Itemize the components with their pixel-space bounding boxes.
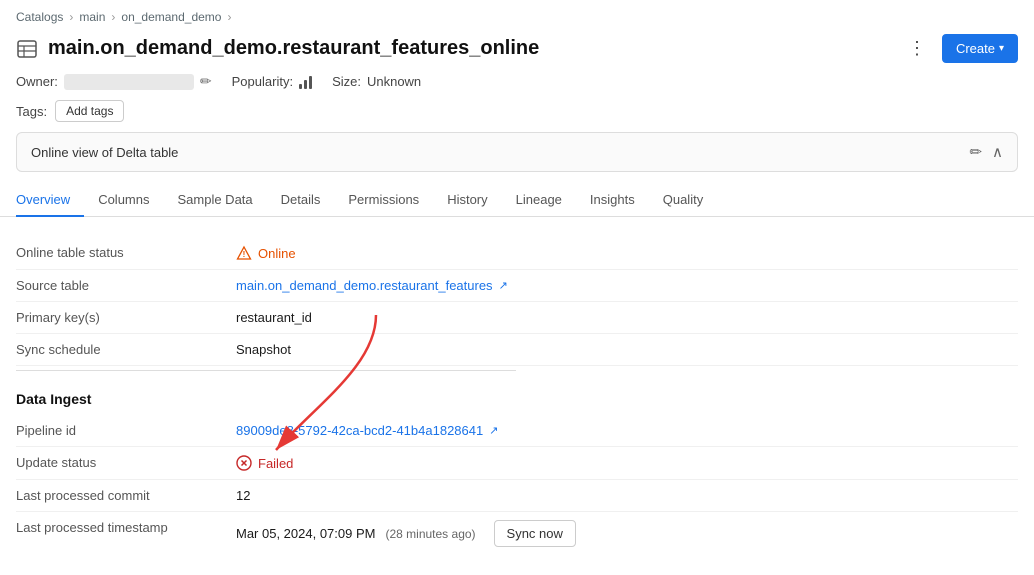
info-box-text: Online view of Delta table: [31, 145, 178, 160]
tab-insights[interactable]: Insights: [576, 184, 649, 217]
tags-label: Tags:: [16, 104, 47, 119]
page-title: main.on_demand_demo.restaurant_features_…: [48, 37, 539, 60]
owner-value: [64, 74, 194, 90]
sync-schedule-value: Snapshot: [236, 342, 1018, 357]
last-timestamp-label: Last processed timestamp: [16, 520, 236, 535]
last-timestamp-value: Mar 05, 2024, 07:09 PM (28 minutes ago) …: [236, 520, 1018, 547]
popularity-bars: [299, 75, 312, 89]
source-label: Source table: [16, 278, 236, 293]
source-table-link[interactable]: main.on_demand_demo.restaurant_features: [236, 278, 493, 293]
page-header: main.on_demand_demo.restaurant_features_…: [0, 30, 1034, 71]
tags-row: Tags: Add tags: [0, 98, 1034, 132]
tab-sample-data[interactable]: Sample Data: [163, 184, 266, 217]
detail-row-last-timestamp: Last processed timestamp Mar 05, 2024, 0…: [16, 512, 1018, 555]
primary-key-label: Primary key(s): [16, 310, 236, 325]
pipeline-label: Pipeline id: [16, 423, 236, 438]
create-chevron-icon: ▾: [999, 43, 1004, 54]
size-label: Size:: [332, 74, 361, 89]
timestamp-note: (28 minutes ago): [385, 527, 475, 541]
detail-row-pipeline: Pipeline id 89009de8-5792-42ca-bcd2-41b4…: [16, 415, 1018, 447]
owner-label: Owner:: [16, 74, 58, 89]
info-collapse-icon[interactable]: ∧: [992, 143, 1003, 161]
tab-details[interactable]: Details: [267, 184, 335, 217]
status-value: ! Online: [236, 245, 1018, 261]
size-value: Unknown: [367, 74, 421, 89]
tab-columns[interactable]: Columns: [84, 184, 163, 217]
tab-permissions[interactable]: Permissions: [334, 184, 433, 217]
last-commit-value: 12: [236, 488, 1018, 503]
pipeline-external-icon: ↗: [489, 424, 498, 437]
status-label: Online table status: [16, 245, 236, 260]
add-tags-button[interactable]: Add tags: [55, 100, 124, 122]
create-button[interactable]: Create ▾: [942, 34, 1018, 63]
warning-icon: !: [236, 245, 252, 261]
update-status-value: Failed: [236, 455, 1018, 471]
detail-row-primary-key: Primary key(s) restaurant_id: [16, 302, 1018, 334]
detail-row-sync-schedule: Sync schedule Snapshot: [16, 334, 1018, 366]
detail-row-status: Online table status ! Online: [16, 237, 1018, 270]
update-status-label: Update status: [16, 455, 236, 470]
info-edit-icon[interactable]: ✏: [969, 143, 982, 161]
failed-icon: [236, 455, 252, 471]
data-ingest-header: Data Ingest: [16, 375, 1018, 415]
breadcrumb-main[interactable]: main: [79, 10, 105, 24]
detail-row-update-status: Update status Failed: [16, 447, 1018, 480]
last-commit-label: Last processed commit: [16, 488, 236, 503]
section-separator: [16, 370, 516, 371]
more-options-button[interactable]: ⋮: [900, 34, 934, 63]
info-box: Online view of Delta table ✏ ∧: [16, 132, 1018, 172]
external-link-icon: ↗: [499, 279, 508, 292]
popularity-label: Popularity:: [232, 74, 293, 89]
source-value: main.on_demand_demo.restaurant_features …: [236, 278, 1018, 293]
table-icon: [16, 38, 38, 60]
breadcrumb-on-demand-demo[interactable]: on_demand_demo: [121, 10, 221, 24]
detail-row-last-commit: Last processed commit 12: [16, 480, 1018, 512]
status-warning: ! Online: [236, 245, 296, 261]
bar3: [309, 76, 312, 89]
bar1: [299, 84, 302, 89]
breadcrumb-catalogs[interactable]: Catalogs: [16, 10, 63, 24]
detail-row-source: Source table main.on_demand_demo.restaur…: [16, 270, 1018, 302]
sync-schedule-label: Sync schedule: [16, 342, 236, 357]
pipeline-id-link[interactable]: 89009de8-5792-42ca-bcd2-41b4a1828641: [236, 423, 483, 438]
tab-overview[interactable]: Overview: [16, 184, 84, 217]
tab-history[interactable]: History: [433, 184, 501, 217]
svg-text:!: !: [243, 250, 246, 259]
overview-content: Online table status ! Online Source tabl…: [0, 217, 1034, 575]
tab-lineage[interactable]: Lineage: [502, 184, 576, 217]
primary-key-value: restaurant_id: [236, 310, 1018, 325]
breadcrumb: Catalogs › main › on_demand_demo ›: [0, 0, 1034, 30]
bar2: [304, 80, 307, 89]
sync-now-button[interactable]: Sync now: [494, 520, 576, 547]
owner-edit-icon[interactable]: ✏: [200, 73, 212, 90]
tabs: Overview Columns Sample Data Details Per…: [0, 184, 1034, 217]
tab-quality[interactable]: Quality: [649, 184, 717, 217]
pipeline-value: 89009de8-5792-42ca-bcd2-41b4a1828641 ↗: [236, 423, 1018, 438]
meta-row: Owner: ✏ Popularity: Size: Unknown: [0, 71, 1034, 98]
